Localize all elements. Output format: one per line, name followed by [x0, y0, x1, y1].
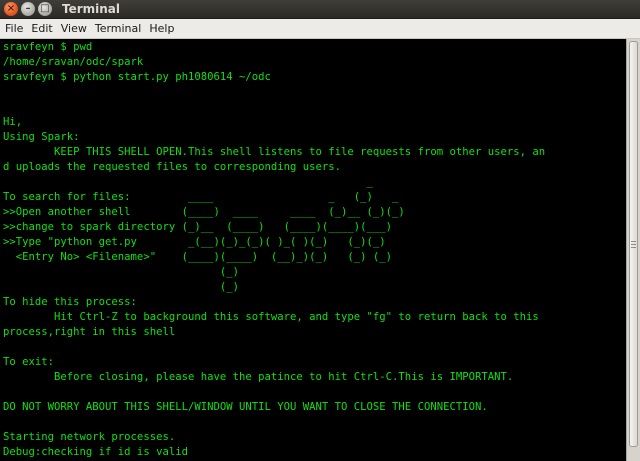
menu-edit[interactable]: Edit: [27, 19, 56, 38]
terminal-line: To search for files: ____ _ (_) _: [3, 191, 399, 203]
terminal-window: × – □ Terminal File Edit View Terminal H…: [0, 0, 640, 461]
scrollbar-thumb[interactable]: [629, 41, 638, 447]
terminal-line: Hit Ctrl-Z to background this software, …: [3, 311, 539, 323]
terminal-line: /home/sravan/odc/spark: [3, 56, 144, 68]
terminal-line: d uploads the requested files to corresp…: [3, 161, 342, 173]
terminal-line: (_): [3, 281, 239, 293]
menu-view[interactable]: View: [57, 19, 91, 38]
terminal-line: Starting network processes.: [3, 431, 176, 443]
maximize-icon[interactable]: □: [38, 2, 52, 16]
terminal-line: >>Type "python get.py _(__)(_)_(_)( )_( …: [3, 236, 386, 248]
grip-line: [631, 247, 636, 248]
vertical-scrollbar[interactable]: [626, 39, 640, 461]
terminal-line: <Entry No> <Filename>" (____)(____) (__)…: [3, 251, 393, 263]
terminal-line: To hide this process:: [3, 296, 137, 308]
minimize-icon[interactable]: –: [21, 2, 35, 16]
menu-bar: File Edit View Terminal Help: [0, 19, 640, 39]
menu-terminal[interactable]: Terminal: [91, 19, 146, 38]
terminal-line: To exit:: [3, 356, 55, 368]
terminal-line: _: [3, 176, 373, 188]
grip-line: [631, 244, 636, 245]
menu-help[interactable]: Help: [145, 19, 178, 38]
close-icon[interactable]: ×: [4, 2, 18, 16]
terminal-line: >>Open another shell (____) ____ ____ (_…: [3, 206, 405, 218]
terminal-line: Before closing, please have the patince …: [3, 371, 514, 383]
grip-line: [631, 241, 636, 242]
title-bar[interactable]: × – □ Terminal: [0, 0, 640, 19]
terminal-line: Hi,: [3, 116, 23, 128]
window-title: Terminal: [62, 2, 121, 16]
terminal-line: sravfeyn $ python start.py ph1080614 ~/o…: [3, 71, 271, 83]
terminal-line: >>change to spark directory (_)__ (____)…: [3, 221, 393, 233]
terminal-line: KEEP THIS SHELL OPEN.This shell listens …: [3, 146, 546, 158]
terminal-line: DO NOT WORRY ABOUT THIS SHELL/WINDOW UNT…: [3, 401, 488, 413]
menu-file[interactable]: File: [0, 19, 27, 38]
terminal-text: sravfeyn $ pwd /home/sravan/odc/spark sr…: [0, 39, 626, 460]
terminal-line: Debug:checking if id is valid: [3, 446, 188, 458]
terminal-line: process,right in this shell: [3, 326, 176, 338]
terminal-line: sravfeyn $ pwd: [3, 41, 93, 53]
terminal-line: (_): [3, 266, 239, 278]
terminal-line: Using Spark:: [3, 131, 80, 143]
terminal-output[interactable]: sravfeyn $ pwd /home/sravan/odc/spark sr…: [0, 39, 626, 461]
